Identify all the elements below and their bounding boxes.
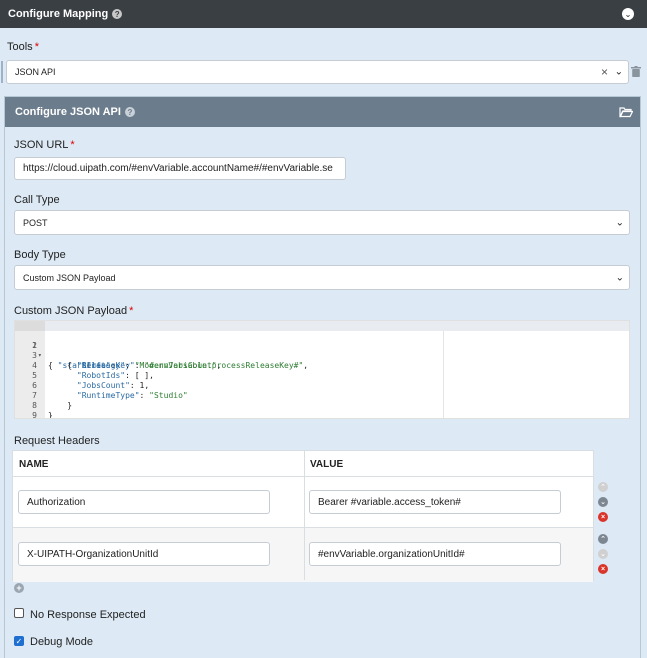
active-gutter [15, 321, 45, 331]
json-url-input[interactable]: https://cloud.uipath.com/#envVariable.ac… [14, 157, 346, 180]
body-type-value: Custom JSON Payload [23, 272, 116, 283]
chevron-down-icon[interactable]: ⌄ [615, 67, 623, 78]
column-header-value: VALUE [310, 458, 344, 470]
row-divider [13, 476, 593, 477]
help-icon[interactable]: ? [124, 107, 135, 117]
row-divider [13, 527, 593, 528]
no-response-checkbox[interactable] [14, 608, 24, 618]
payload-label-text: Custom JSON Payload [14, 305, 128, 317]
code-line: 6 "RuntimeType": "Studio" [15, 371, 629, 400]
call-type-label: Call Type [14, 194, 60, 206]
required-mark: * [129, 305, 134, 317]
delete-icon[interactable]: × [598, 512, 608, 522]
column-divider [304, 451, 305, 580]
payload-label: Custom JSON Payload * [14, 305, 133, 317]
collapse-icon[interactable]: ⌄ [622, 8, 634, 20]
tools-select[interactable]: JSON API × ⌄ [6, 60, 629, 84]
tools-accent-bar [1, 61, 3, 83]
chevron-down-icon[interactable]: ⌄ [616, 272, 624, 283]
required-mark: * [70, 139, 75, 151]
header-value-value: Bearer #variable.access_token# [318, 496, 461, 508]
body-type-select[interactable]: Custom JSON Payload ⌄ [14, 265, 630, 290]
debug-mode-checkbox[interactable]: ✓ [14, 636, 24, 646]
code-line: 7 } [15, 381, 629, 410]
code-line: 8 } [15, 391, 629, 418]
json-url-value: https://cloud.uipath.com/#envVariable.ac… [23, 163, 333, 174]
header-title: Configure Mapping [8, 8, 109, 20]
code-text: } [48, 411, 53, 419]
header-value-input[interactable]: #envVariable.organizationUnitId# [309, 542, 561, 566]
request-headers-label: Request Headers [14, 435, 100, 447]
add-row-icon[interactable]: + [14, 583, 24, 593]
move-down-icon[interactable]: ⌄ [598, 497, 608, 507]
call-type-select[interactable]: POST ⌄ [14, 210, 630, 235]
trash-icon[interactable] [631, 66, 641, 77]
move-up-icon[interactable]: ⌃ [598, 534, 608, 544]
call-type-value: POST [23, 217, 48, 228]
required-mark: * [34, 41, 39, 53]
header-name-input[interactable]: Authorization [18, 490, 270, 514]
configure-mapping-header: Configure Mapping ? ⌄ [0, 0, 647, 28]
tools-label: Tools * [7, 41, 39, 53]
line-number: 9 [32, 411, 37, 419]
folder-open-icon[interactable] [619, 106, 633, 118]
chevron-down-icon[interactable]: ⌄ [616, 217, 624, 228]
json-url-label-text: JSON URL [14, 139, 69, 151]
header-value-input[interactable]: Bearer #variable.access_token# [309, 490, 561, 514]
header-name-value: Authorization [27, 496, 86, 508]
code-line: 3 "Strategy": "ModernJobsCount", [15, 341, 629, 370]
clear-icon[interactable]: × [601, 65, 608, 79]
header-value-value: #envVariable.organizationUnitId# [318, 548, 465, 560]
header-name-input[interactable]: X-UIPATH-OrganizationUnitId [18, 542, 270, 566]
move-up-icon[interactable]: ⌃ [598, 482, 608, 492]
json-code-editor[interactable]: 1 ▾ { "startInfo": 2 ▾ { "ReleaseKey": "… [14, 320, 630, 419]
panel-header: Configure JSON API ? [5, 97, 640, 127]
tools-label-text: Tools [7, 41, 33, 53]
body-type-label: Body Type [14, 249, 66, 261]
move-down-icon[interactable]: ⌄ [598, 549, 608, 559]
code-line: 4 "RobotIds": [ ], [15, 351, 629, 380]
code-line: 5 "JobsCount": 1, [15, 361, 629, 390]
tools-select-value: JSON API [15, 67, 56, 77]
code-line: 9 [15, 401, 629, 418]
help-icon[interactable]: ? [112, 9, 123, 19]
header-name-value: X-UIPATH-OrganizationUnitId [27, 548, 159, 560]
column-header-name: NAME [19, 458, 49, 470]
debug-mode-label: Debug Mode [30, 636, 93, 648]
json-url-label: JSON URL * [14, 139, 75, 151]
panel-title: Configure JSON API [15, 106, 121, 118]
code-line: 1 ▾ { "startInfo": [15, 321, 629, 370]
no-response-label: No Response Expected [30, 609, 146, 621]
delete-icon[interactable]: × [598, 564, 608, 574]
code-line: 2 ▾ { "ReleaseKey": "#envVariable.proces… [15, 331, 629, 370]
